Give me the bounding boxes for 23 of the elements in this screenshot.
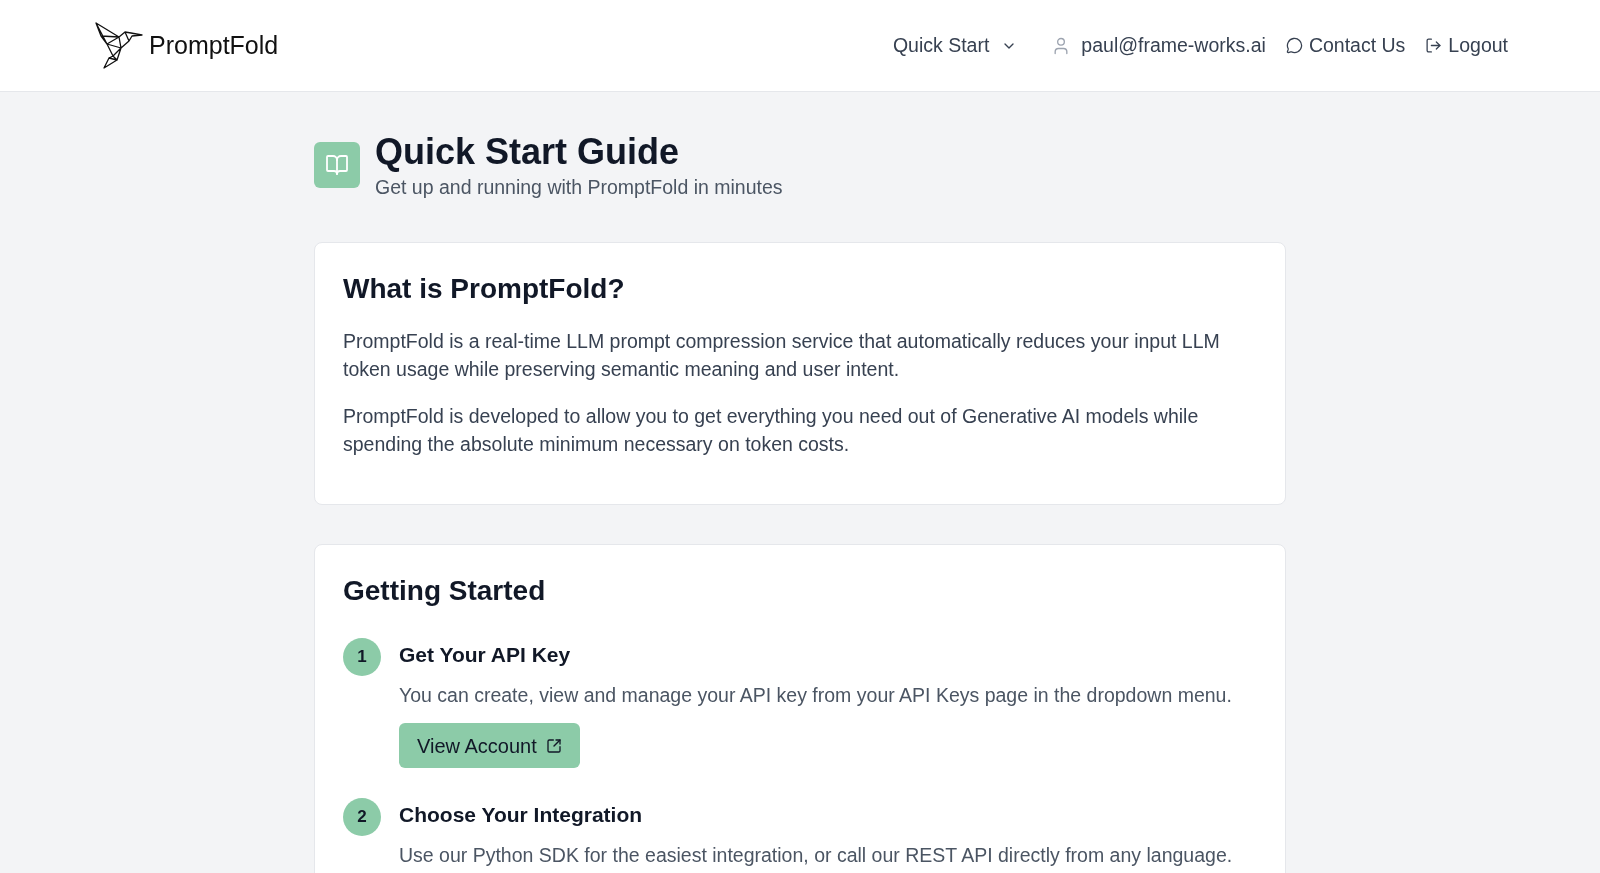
external-link-icon (545, 737, 562, 754)
step-number: 1 (343, 638, 381, 676)
logout-icon (1425, 37, 1443, 54)
paragraph: PromptFold is developed to allow you to get everything you need out of Generative AI models while spending the absolute minimum necessary on token costs. (343, 404, 1200, 457)
speech-bubble-icon (1285, 37, 1303, 54)
page-title: Quick Start Guide (375, 130, 681, 174)
step-title: Choose Your Integration (399, 802, 644, 828)
section-heading: Getting Started (343, 574, 547, 608)
page-subtitle: Get up and running with PromptFold in minutes (375, 175, 783, 200)
section-heading: What is PromptFold? (343, 272, 626, 306)
book-icon (314, 142, 360, 188)
step-description: Use our Python SDK for the easiest integration, or call our REST API directly from any language. (399, 843, 1233, 868)
brand-name: PromptFold (149, 29, 279, 61)
logout-link[interactable]: Logout (1425, 30, 1508, 61)
step-number: 2 (343, 798, 381, 836)
view-account-button[interactable]: View Account (399, 723, 580, 768)
step-description: You can create, view and manage your API key from your API Keys page in the dropdown menu. (399, 683, 1232, 708)
quick-start-menu[interactable]: Quick Start (892, 30, 1018, 61)
user-email: paul@frame-works.ai (1081, 32, 1266, 58)
hummingbird-logo-icon (95, 22, 143, 69)
contact-us-link[interactable]: Contact Us (1285, 30, 1406, 61)
paragraph: PromptFold is a real-time LLM prompt compression service that automatically reduces your input LLM token usage while preserving semantic meaning and user intent. (343, 329, 1221, 382)
step-title: Get Your API Key (399, 642, 572, 668)
